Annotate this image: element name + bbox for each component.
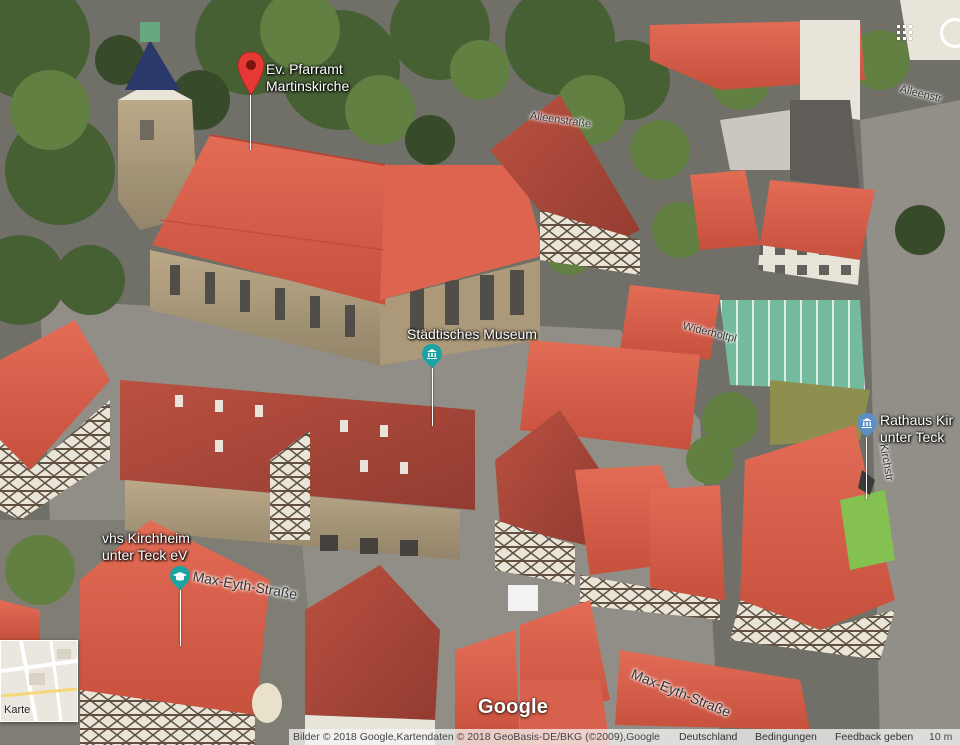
attribution-bar: Bilder © 2018 Google,Kartendaten © 2018 … [289, 729, 960, 745]
pin-stem [180, 590, 181, 646]
feedback-link[interactable]: Feedback geben [835, 729, 913, 745]
country-link[interactable]: Deutschland [679, 729, 737, 745]
terms-link[interactable]: Bedingungen [755, 729, 817, 745]
red-pin-icon[interactable] [237, 52, 265, 96]
poi-name-line2: unter Teck [880, 429, 945, 445]
poi-name-line1: vhs Kirchheim [102, 530, 190, 546]
poi-name-line1: Ev. Pfarramt [266, 61, 343, 77]
poi-name-line1: Städtisches Museum [407, 326, 537, 342]
pin-stem [432, 368, 433, 426]
apps-grid-icon[interactable] [897, 25, 913, 41]
map-type-toggle[interactable]: Karte [0, 640, 78, 722]
school-icon[interactable] [170, 566, 190, 590]
minimap-label: Karte [4, 704, 31, 716]
poi-label[interactable]: Rathaus Kir unter Teck [880, 412, 953, 446]
google-logo: Google [478, 696, 549, 718]
poi-name-line2: unter Teck eV [102, 547, 188, 563]
poi-label[interactable]: Städtisches Museum [407, 326, 537, 343]
scale-label: 10 m [929, 731, 953, 743]
poi-label[interactable]: Ev. Pfarramt Martinskirche [266, 61, 349, 95]
map-viewport[interactable]: Alleenstraße Alleenstr Widerholtpl Max-E… [0, 0, 960, 745]
poi-label[interactable]: vhs Kirchheim unter Teck eV [102, 530, 190, 564]
museum-icon[interactable] [422, 344, 442, 368]
poi-name-line2: Martinskirche [266, 78, 350, 94]
pin-stem [250, 95, 251, 150]
imagery-attribution: Bilder © 2018 Google,Kartendaten © 2018 … [293, 731, 661, 743]
government-icon[interactable] [857, 413, 877, 437]
satellite-imagery [0, 0, 960, 745]
poi-name-line1: Rathaus Kir [880, 412, 954, 428]
pin-stem [866, 437, 867, 499]
